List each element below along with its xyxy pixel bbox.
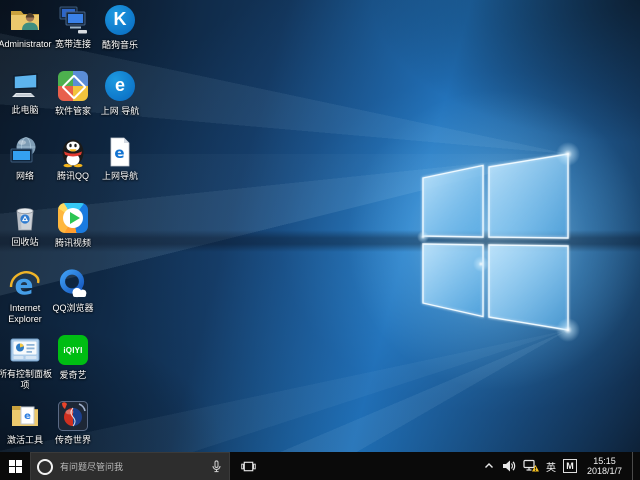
- dual-monitors-icon: [57, 4, 89, 36]
- svg-text:!: !: [534, 467, 537, 473]
- search-placeholder: 有问题尽管问我: [60, 460, 210, 473]
- cortana-icon: [37, 459, 53, 475]
- clock-time: 15:15: [587, 456, 622, 466]
- folder-with-page-icon: e: [9, 400, 41, 432]
- desktop-icon-iqiyi[interactable]: iQIYI 爱奇艺: [49, 334, 97, 381]
- desktop-icon-internet-explorer[interactable]: e Internet Explorer: [1, 268, 49, 325]
- icon-label: 上网导航: [90, 171, 150, 182]
- show-desktop-button[interactable]: [632, 452, 637, 480]
- system-tray: ! 英 M 15:15 2018/1/7: [483, 452, 640, 480]
- language-indicator[interactable]: 英: [546, 459, 556, 474]
- desktop-icon-this-pc[interactable]: 此电脑: [1, 70, 49, 116]
- desktop-icon-recycle-bin[interactable]: 回收站: [1, 202, 49, 248]
- ime-mode-indicator[interactable]: M: [563, 459, 577, 473]
- recycle-bin-icon: [9, 202, 41, 234]
- windows-start-icon: [9, 460, 22, 473]
- svg-text:e: e: [114, 144, 124, 162]
- task-view-button[interactable]: [234, 452, 262, 480]
- network-warning-icon[interactable]: !: [523, 459, 539, 473]
- desktop-icon-network[interactable]: 网络: [1, 136, 49, 182]
- icon-label: 腾讯视频: [43, 238, 103, 249]
- game-sphere-icon: [57, 400, 89, 432]
- q-cloud-icon: [57, 268, 89, 300]
- computer-monitor-icon: [9, 70, 41, 102]
- desktop-icon-qq-browser[interactable]: QQ浏览器: [49, 268, 97, 314]
- clock-date: 2018/1/7: [587, 466, 622, 476]
- icon-label: QQ浏览器: [43, 303, 103, 314]
- desktop-icon-webnav-page[interactable]: e 上网导航: [96, 136, 144, 182]
- desktop-icon-tencent-video[interactable]: 腾讯视频: [49, 202, 97, 249]
- ie-browser-icon: e: [9, 268, 41, 300]
- desktop-icon-kugou[interactable]: K 酷狗音乐: [96, 4, 144, 51]
- volume-icon[interactable]: [502, 459, 516, 473]
- control-panel-icon: [9, 334, 41, 366]
- microphone-icon[interactable]: [210, 460, 223, 473]
- play-swirl-icon: [57, 203, 89, 235]
- icon-label: 传奇世界: [43, 435, 103, 446]
- user-folder-icon: [9, 4, 41, 36]
- taskbar: 有问题尽管问我: [0, 452, 640, 480]
- e-circle-icon: e: [104, 71, 136, 103]
- svg-text:e: e: [15, 268, 34, 300]
- desktop-icon-webnav-edge[interactable]: e 上网 导航: [96, 70, 144, 117]
- icon-label: 酷狗音乐: [90, 40, 150, 51]
- desktop[interactable]: Administrator 此电脑 网络: [0, 0, 640, 452]
- tray-expand-chevron-icon[interactable]: [483, 460, 495, 472]
- icon-label: 上网 导航: [90, 106, 150, 117]
- svg-text:e: e: [24, 411, 31, 422]
- desktop-icon-administrator[interactable]: Administrator: [1, 4, 49, 50]
- start-button[interactable]: [0, 452, 30, 480]
- task-view-icon: [241, 459, 256, 474]
- kugou-circle-icon: K: [104, 5, 136, 37]
- iqiyi-green-icon: iQIYI: [57, 335, 89, 367]
- desktop-icon-control-panel[interactable]: 所有控制面板项: [1, 334, 49, 391]
- qq-penguin-icon: [57, 136, 89, 168]
- network-globe-icon: [9, 136, 41, 168]
- desktop-icon-legend-world[interactable]: 传奇世界: [49, 400, 97, 446]
- color-grid-icon: [57, 71, 89, 103]
- clock[interactable]: 15:15 2018/1/7: [587, 456, 622, 476]
- desktop-icon-activation-tool[interactable]: e 激活工具: [1, 400, 49, 446]
- search-box[interactable]: 有问题尽管问我: [30, 452, 230, 480]
- e-page-icon: e: [104, 136, 136, 168]
- icon-label: 爱奇艺: [43, 370, 103, 381]
